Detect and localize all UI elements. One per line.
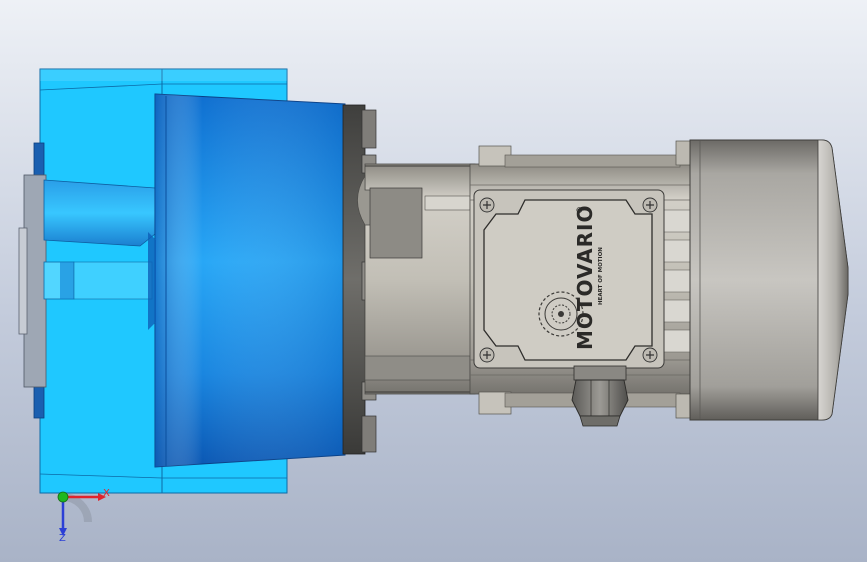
cover-screw-top-right	[642, 197, 658, 213]
brand-tagline: HEART OF MOTION	[598, 247, 604, 305]
cover-screw-bottom-left	[479, 347, 495, 363]
registered-mark: ®	[575, 206, 584, 214]
brand-name: MOTOVARIO	[573, 205, 597, 350]
axis-x-label: X	[103, 488, 110, 499]
axis-z-label: Z	[59, 533, 66, 544]
cover-screw-top-left	[479, 197, 495, 213]
motor-coupling	[357, 163, 476, 395]
gear-motor-model[interactable]: MOTOVARIO ® HEART OF MOTION X Z	[0, 0, 867, 562]
cable-gland[interactable]	[571, 365, 629, 427]
cad-viewport[interactable]: MOTOVARIO ® HEART OF MOTION X Z	[0, 0, 867, 562]
fan-cover[interactable]	[689, 139, 849, 421]
coordinate-triad: X Z	[57, 488, 110, 544]
terminal-box[interactable]: MOTOVARIO ® HEART OF MOTION	[473, 189, 665, 369]
input-flange[interactable]	[148, 93, 346, 468]
cover-screw-bottom-right	[642, 347, 658, 363]
